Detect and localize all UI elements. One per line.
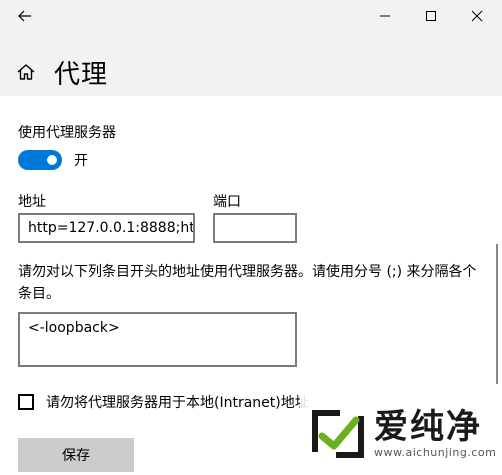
watermark: 爱纯净 www.aichunjing.com bbox=[300, 392, 502, 475]
use-proxy-toggle-row: 开 bbox=[18, 150, 88, 170]
scrollbar[interactable] bbox=[496, 244, 498, 384]
back-button[interactable] bbox=[2, 0, 48, 32]
header-area: 代理 bbox=[0, 0, 502, 96]
address-label: 地址 bbox=[18, 194, 46, 210]
watermark-text: 爱纯净 www.aichunjing.com bbox=[374, 408, 496, 459]
bypass-local-row[interactable]: 请勿将代理服务器用于本地(Intranet)地址 bbox=[18, 392, 309, 412]
bypass-local-label: 请勿将代理服务器用于本地(Intranet)地址 bbox=[46, 395, 309, 411]
watermark-logo-icon bbox=[312, 409, 364, 458]
maximize-button[interactable] bbox=[408, 0, 454, 32]
back-arrow-icon bbox=[18, 10, 31, 22]
maximize-icon bbox=[426, 11, 436, 21]
close-icon bbox=[471, 10, 483, 22]
close-button[interactable] bbox=[454, 0, 500, 32]
page-title-row: 代理 bbox=[14, 50, 108, 94]
use-proxy-label: 使用代理服务器 bbox=[18, 125, 116, 141]
port-input[interactable] bbox=[213, 213, 297, 243]
watermark-url: www.aichunjing.com bbox=[374, 446, 497, 459]
watermark-title: 爱纯净 bbox=[374, 407, 482, 447]
minimize-icon bbox=[380, 15, 390, 17]
address-input[interactable]: http=127.0.0.1:8888;http bbox=[18, 213, 195, 243]
save-button[interactable]: 保存 bbox=[18, 438, 134, 472]
bypass-local-checkbox[interactable] bbox=[18, 394, 34, 410]
page-title: 代理 bbox=[54, 59, 109, 90]
toggle-knob bbox=[47, 155, 57, 165]
exceptions-description: 请勿对以下列条目开头的地址使用代理服务器。请使用分号 (;) 来分隔各个条目。 bbox=[18, 264, 477, 302]
toggle-state-label: 开 bbox=[74, 153, 88, 169]
exceptions-input[interactable]: <-loopback> bbox=[18, 312, 297, 367]
port-label: 端口 bbox=[213, 194, 241, 210]
proxy-settings-window: 代理 使用代理服务器 开 地址 端口 http=127.0.0.1:8888;h… bbox=[0, 0, 502, 475]
minimize-button[interactable] bbox=[362, 0, 408, 32]
use-proxy-toggle[interactable] bbox=[18, 150, 62, 170]
home-icon[interactable] bbox=[14, 60, 38, 84]
